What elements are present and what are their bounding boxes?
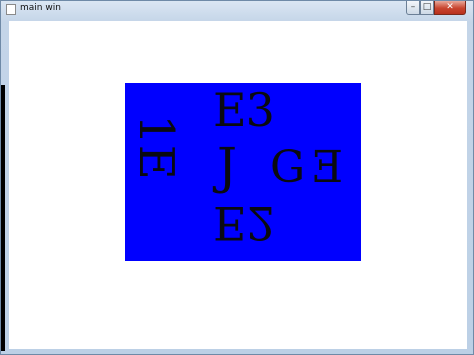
blue-canvas: E3 J G E 1E E2	[125, 83, 361, 261]
glyph-g: G	[270, 142, 306, 193]
glyph-e3: E3	[213, 83, 275, 137]
glyph-e2-flipped: E2	[213, 196, 276, 250]
left-dark-edge	[1, 85, 5, 351]
app-icon	[6, 4, 16, 15]
maximize-button[interactable]: □	[420, 1, 434, 15]
glyph-j: J	[217, 137, 238, 195]
glyph-1e-rotated: 1E	[127, 114, 184, 180]
main-window: main win – □ ✕ E3 J G E 1E E2	[0, 0, 474, 355]
close-button[interactable]: ✕	[434, 1, 466, 15]
minimize-button[interactable]: –	[406, 1, 420, 15]
glyph-e-mirrored: E	[311, 142, 344, 193]
window-title: main win	[20, 3, 61, 13]
title-bar[interactable]: main win – □ ✕	[1, 1, 473, 21]
